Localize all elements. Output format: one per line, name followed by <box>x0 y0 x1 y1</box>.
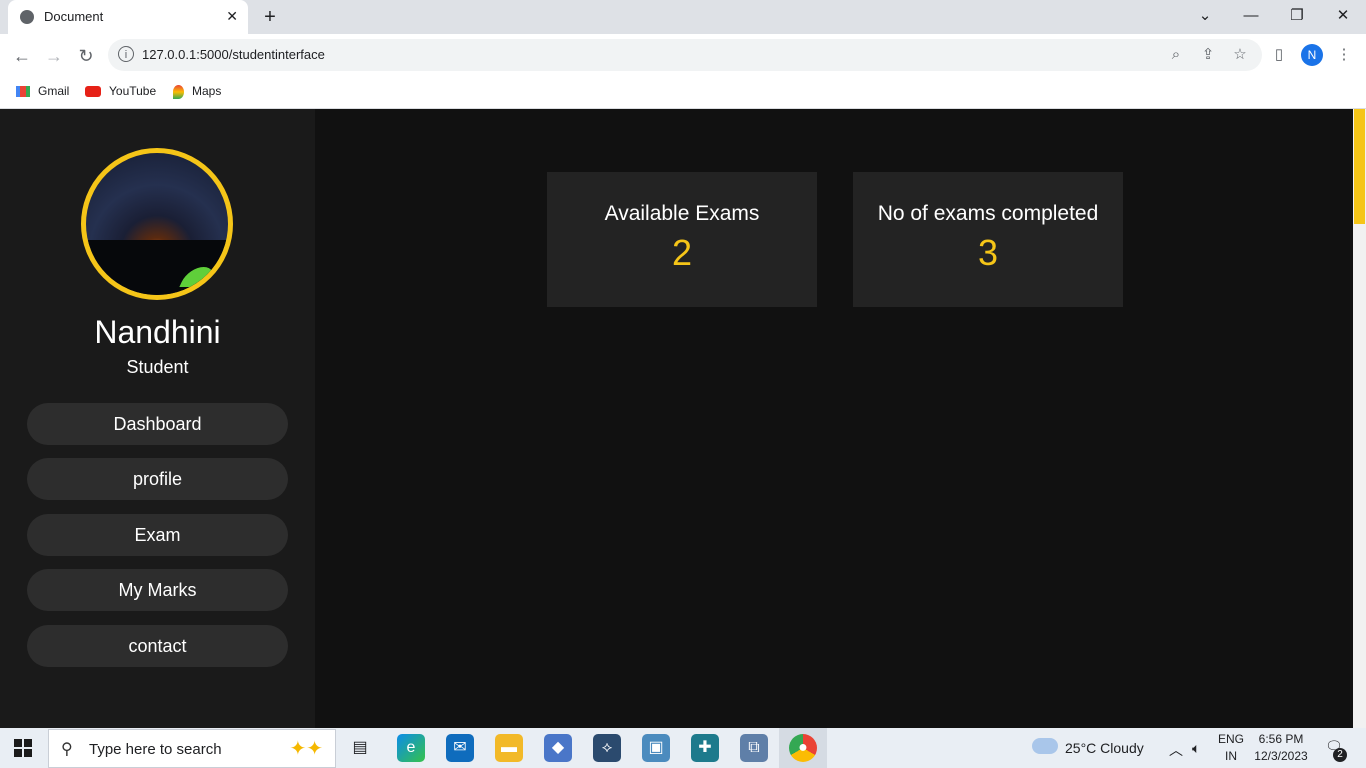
sparkle-icon: ✦✦ <box>289 738 323 760</box>
taskbar-search-input[interactable]: ⚲ Type here to search ✦✦ <box>48 729 336 768</box>
chrome-icon[interactable]: ● <box>789 734 817 762</box>
tab-search-chevron-icon[interactable]: ⌄ <box>1182 0 1228 34</box>
close-window-button[interactable]: ✕ <box>1320 0 1366 34</box>
cloud-icon <box>1032 738 1058 754</box>
lang-line1: ENG <box>1217 732 1244 746</box>
tray-chevron-icon[interactable]: ︿ <box>1169 740 1183 760</box>
user-name: Nandhini <box>94 314 221 350</box>
sidebar-item-dashboard[interactable]: Dashboard <box>27 403 288 445</box>
forward-button[interactable]: → <box>42 44 66 68</box>
menu-kebab-icon[interactable]: ⋮ <box>1335 46 1353 64</box>
clock[interactable]: 6:56 PM 12/3/2023 <box>1250 731 1312 765</box>
bookmark-label: Gmail <box>38 84 70 98</box>
card-title: No of exams completed <box>877 202 1099 225</box>
edge-icon[interactable]: e <box>397 734 425 762</box>
sidebar-item-my-marks[interactable]: My Marks <box>27 569 288 611</box>
tab-close-icon[interactable]: ✕ <box>226 8 238 25</box>
language-indicator[interactable]: ENG IN <box>1216 731 1246 765</box>
notification-badge: 2 <box>1333 748 1347 762</box>
minimize-button[interactable]: — <box>1228 0 1274 34</box>
search-icon: ⚲ <box>61 741 73 758</box>
url-text: 127.0.0.1:5000/studentinterface <box>142 47 325 62</box>
scrollbar-thumb[interactable] <box>1354 109 1365 224</box>
browser-tab[interactable]: Document ✕ <box>8 0 248 34</box>
app-icon[interactable]: ✚ <box>691 734 719 762</box>
lang-line2: IN <box>1225 749 1237 763</box>
card-value: 3 <box>977 232 999 273</box>
user-role: Student <box>126 357 189 377</box>
sidebar-item-profile[interactable]: profile <box>27 458 288 500</box>
speaker-icon[interactable]: 🔈︎ <box>1192 740 1200 757</box>
virtualbox-icon[interactable]: ◆ <box>544 734 572 762</box>
site-info-icon[interactable]: i <box>118 46 134 62</box>
mail-icon[interactable]: ✉ <box>446 734 474 762</box>
new-tab-button[interactable]: + <box>258 5 282 29</box>
bookmark-label: Maps <box>192 84 222 98</box>
card-value: 2 <box>671 232 693 273</box>
side-panel-icon[interactable]: ▯ <box>1270 46 1288 64</box>
globe-icon <box>20 10 34 24</box>
bookmark-youtube[interactable]: YouTube <box>85 83 156 99</box>
tab-title: Document <box>44 9 104 24</box>
reload-button[interactable]: ↻ <box>74 44 98 68</box>
python-idle-icon[interactable]: ▣ <box>642 734 670 762</box>
weather-text[interactable]: 25°C Cloudy <box>1065 740 1144 756</box>
python-icon[interactable]: ⧉ <box>740 734 768 762</box>
sidebar-item-exam[interactable]: Exam <box>27 514 288 556</box>
mysql-workbench-icon[interactable]: ⟡ <box>593 734 621 762</box>
bookmark-gmail[interactable]: Gmail <box>16 83 69 99</box>
search-placeholder: Type here to search <box>89 741 222 758</box>
clock-time: 6:56 PM <box>1258 732 1304 746</box>
bookmark-star-icon[interactable]: ☆ <box>1231 46 1249 64</box>
exams-completed-card: No of exams completed 3 <box>853 172 1123 307</box>
zoom-icon[interactable]: ⌕ <box>1167 46 1185 64</box>
profile-avatar[interactable]: N <box>1301 44 1323 66</box>
file-explorer-icon[interactable]: ▬ <box>495 734 523 762</box>
restore-button[interactable]: ❐ <box>1274 0 1320 34</box>
sidebar-item-contact[interactable]: contact <box>27 625 288 667</box>
bookmark-maps[interactable]: Maps <box>173 83 221 99</box>
back-button[interactable]: ← <box>10 44 34 68</box>
task-view-icon[interactable]: ▤ <box>346 734 374 762</box>
maps-icon <box>173 84 184 99</box>
bookmark-label: YouTube <box>109 84 157 98</box>
share-icon[interactable]: ⇪ <box>1199 46 1217 64</box>
windows-start-icon[interactable] <box>14 739 32 757</box>
avatar <box>81 148 233 300</box>
address-bar[interactable]: i 127.0.0.1:5000/studentinterface <box>108 39 1262 71</box>
available-exams-card: Available Exams 2 <box>547 172 817 307</box>
card-title: Available Exams <box>604 202 760 225</box>
gmail-icon <box>16 86 30 98</box>
clock-date: 12/3/2023 <box>1254 749 1308 763</box>
youtube-icon <box>85 86 101 98</box>
